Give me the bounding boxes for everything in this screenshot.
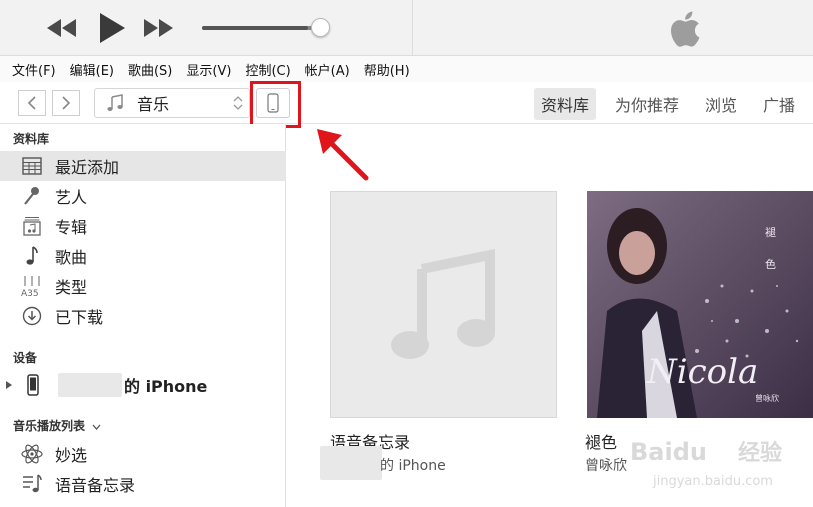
sidebar: 资料库 最近添加 艺人 专辑 歌曲 A35 类型 已下载 设备 的 iPhone… xyxy=(0,124,286,507)
volume-fill xyxy=(202,26,309,30)
svg-text:经验: 经验 xyxy=(738,440,782,466)
music-note-icon xyxy=(21,245,43,267)
device-name: 的 iPhone xyxy=(124,377,208,396)
sidebar-item-label: 最近添加 xyxy=(55,158,120,177)
atom-icon xyxy=(21,443,43,465)
sidebar-item-label: 歌曲 xyxy=(55,248,88,267)
rewind-icon xyxy=(47,19,76,37)
sidebar-item-label: 妙选 xyxy=(55,446,88,465)
menu-controls[interactable]: 控制(C) xyxy=(239,60,296,79)
highlight-box xyxy=(250,81,301,128)
redacted-owner xyxy=(320,446,382,480)
menu-help[interactable]: 帮助(H) xyxy=(358,60,416,79)
sidebar-item-label: 已下载 xyxy=(55,308,104,327)
svg-text:A35: A35 xyxy=(21,289,39,297)
fast-forward-icon xyxy=(144,19,173,37)
baidu-watermark: Baidu 经验 jingyan.baidu.com xyxy=(630,438,782,489)
fast-forward-button[interactable] xyxy=(140,12,176,44)
sidebar-item-genius[interactable]: 妙选 xyxy=(0,439,286,469)
sidebar-item-label: 语音备忘录 xyxy=(55,476,136,495)
iphone-icon xyxy=(22,374,44,396)
toolbar: 音乐 资料库 为你推荐 浏览 广播 xyxy=(0,82,813,124)
forward-button[interactable] xyxy=(52,90,80,116)
sidebar-item-genres[interactable]: A35 类型 xyxy=(0,271,286,301)
menu-file[interactable]: 文件(F) xyxy=(6,60,62,79)
devices-header: 设备 xyxy=(13,351,38,365)
album-subtitle: 的 iPhone xyxy=(380,458,446,474)
up-down-chevron-icon xyxy=(233,96,243,110)
play-icon xyxy=(100,13,125,43)
volume-slider[interactable] xyxy=(202,26,320,30)
tab-browse[interactable]: 浏览 xyxy=(698,88,744,120)
arrow-annotation xyxy=(317,129,369,181)
sidebar-item-artists[interactable]: 艺人 xyxy=(0,181,286,211)
sidebar-item-voice-memos[interactable]: 语音备忘录 xyxy=(0,469,286,499)
tab-library[interactable]: 资料库 xyxy=(534,88,597,120)
svg-text:jingyan.baidu.com: jingyan.baidu.com xyxy=(652,474,773,489)
sidebar-item-songs[interactable]: 歌曲 xyxy=(0,241,286,271)
microphone-icon xyxy=(21,185,43,207)
album-cover-art: 褪色 Nicola 曾咏欣 xyxy=(587,191,813,418)
sidebar-item-recently-added[interactable]: 最近添加 xyxy=(0,151,286,181)
album-icon xyxy=(21,215,43,237)
playlists-header-label: 音乐播放列表 xyxy=(13,419,86,433)
grid-icon xyxy=(21,155,43,177)
menu-edit[interactable]: 编辑(E) xyxy=(64,60,120,79)
redacted-device-name xyxy=(58,373,122,397)
cover-script-text: Nicola xyxy=(646,352,758,392)
cover-artist-text: 曾咏欣 xyxy=(755,393,779,403)
album-card-voice-memos[interactable] xyxy=(330,191,557,418)
album-card-tuise[interactable]: 褪色 Nicola 曾咏欣 xyxy=(587,191,813,418)
media-kind-label: 音乐 xyxy=(137,95,170,114)
sidebar-item-albums[interactable]: 专辑 xyxy=(0,211,286,241)
volume-knob[interactable] xyxy=(311,18,330,37)
chevron-right-icon xyxy=(62,96,71,110)
music-note-placeholder-icon xyxy=(390,248,495,359)
sidebar-item-label: 专辑 xyxy=(55,218,88,237)
play-button[interactable] xyxy=(94,12,130,44)
chevron-left-icon xyxy=(27,96,36,110)
library-header: 资料库 xyxy=(13,132,50,146)
nav-tabs: 资料库 为你推荐 浏览 广播 xyxy=(534,88,813,120)
download-icon xyxy=(21,305,43,327)
sidebar-item-downloaded[interactable]: 已下载 xyxy=(0,301,286,331)
sidebar-item-device[interactable]: 的 iPhone xyxy=(0,370,286,400)
media-kind-select[interactable]: 音乐 xyxy=(94,88,250,118)
menu-song[interactable]: 歌曲(S) xyxy=(122,60,178,79)
menu-account[interactable]: 帐户(A) xyxy=(299,60,356,79)
rewind-button[interactable] xyxy=(44,12,80,44)
music-note-icon xyxy=(107,94,123,111)
menu-bar: 文件(F) 编辑(E) 歌曲(S) 显示(V) 控制(C) 帐户(A) 帮助(H… xyxy=(0,56,813,82)
menu-view[interactable]: 显示(V) xyxy=(180,60,237,79)
apple-logo xyxy=(671,11,700,47)
svg-text:Baidu: Baidu xyxy=(630,438,707,466)
tab-radio[interactable]: 广播 xyxy=(756,88,802,120)
playback-bar xyxy=(0,0,813,56)
album-title: 褪色 xyxy=(585,433,618,452)
sidebar-item-label: 类型 xyxy=(55,278,88,297)
disclosure-triangle-icon xyxy=(6,381,12,389)
back-button[interactable] xyxy=(18,90,46,116)
sidebar-item-label: 艺人 xyxy=(55,188,88,207)
playlists-header: 音乐播放列表 xyxy=(13,417,101,434)
album-artist: 曾咏欣 xyxy=(585,458,627,474)
divider xyxy=(412,0,413,56)
guitar-icon: A35 xyxy=(21,275,43,297)
chevron-down-icon[interactable] xyxy=(92,424,101,430)
tab-for-you[interactable]: 为你推荐 xyxy=(608,88,686,120)
playlist-icon xyxy=(21,473,43,495)
